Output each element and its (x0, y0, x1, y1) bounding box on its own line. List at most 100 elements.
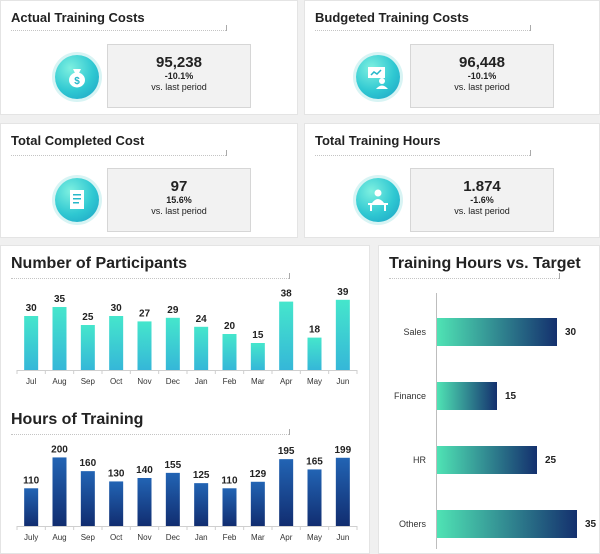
title-divider (389, 273, 560, 279)
kpi-title: Total Training Hours (315, 133, 441, 148)
participants-value-label: 24 (196, 314, 208, 325)
hours-value-label: 155 (164, 460, 181, 471)
target-bar (437, 318, 557, 346)
target-value-label: 30 (565, 327, 577, 338)
kpi-period: vs. last period (454, 206, 510, 216)
participants-category-label: Nov (137, 377, 151, 386)
target-value-label: 15 (505, 391, 517, 402)
kpi-value: 95,238 (156, 54, 202, 71)
target-category-label: Sales (403, 327, 426, 337)
kpi-value-box: 97 15.6% vs. last period (107, 168, 251, 232)
hours-value-label: 129 (249, 469, 266, 480)
hours-value-label: 160 (79, 458, 96, 469)
presentation-icon (356, 55, 400, 99)
hours-value-label: 110 (221, 475, 238, 486)
participants-bar (165, 317, 180, 370)
kpi-period: vs. last period (454, 82, 510, 92)
participants-value-label: 27 (139, 308, 151, 319)
target-chart-panel: Training Hours vs. Target Sales 30 Finance… (378, 245, 600, 554)
hours-value-label: 125 (193, 470, 210, 481)
hours-bar (279, 459, 294, 526)
participants-bar (222, 334, 237, 370)
kpi-card-total-completed-cost: Total Completed Cost 97 15.6% vs. last p… (0, 123, 298, 238)
hours-category-label: May (307, 533, 322, 542)
participants-value-label: 25 (82, 312, 94, 323)
participants-value-label: 38 (281, 289, 293, 300)
hours-value-label: 110 (23, 475, 40, 486)
hours-value-label: 140 (136, 465, 153, 476)
participants-value-label: 18 (309, 325, 321, 336)
participants-value-label: 15 (252, 330, 264, 341)
kpi-change: -10.1% (467, 71, 497, 81)
hours-bar (52, 457, 67, 526)
title-divider (11, 429, 290, 435)
title-divider (315, 150, 531, 156)
participants-bar (80, 325, 95, 370)
kpi-card-actual-training-costs: Actual Training Costs $ 95,238 -10.1% vs… (0, 0, 298, 115)
kpi-value: 97 (170, 178, 188, 195)
hours-category-label: Dec (166, 533, 180, 542)
kpi-value: 96,448 (459, 54, 505, 71)
participants-value-label: 35 (54, 294, 66, 305)
svg-text:$: $ (74, 76, 80, 87)
participants-value-label: 39 (337, 287, 349, 298)
participants-bar (137, 321, 152, 370)
participants-value-label: 30 (111, 303, 123, 314)
title-divider (11, 150, 227, 156)
hours-value-label: 200 (51, 444, 68, 455)
target-chart-title: Training Hours vs. Target (389, 255, 581, 272)
participants-bar (109, 316, 124, 370)
hours-category-label: July (24, 533, 38, 542)
title-divider (11, 25, 227, 31)
participants-category-label: Jun (336, 377, 349, 386)
hours-category-label: Feb (223, 533, 237, 542)
hours-value-label: 199 (334, 445, 351, 456)
hours-category-label: Sep (81, 533, 96, 542)
target-bar (437, 446, 537, 474)
hours-category-label: Mar (251, 533, 265, 542)
hours-bar (137, 478, 152, 526)
target-horizontal-bar-chart: Sales 30 Finance 15 HR 25 Others 35 (394, 293, 597, 549)
kpi-value-box: 1.874 -1.6% vs. last period (410, 168, 554, 232)
participants-category-label: Mar (251, 377, 265, 386)
hours-category-label: Jun (336, 533, 349, 542)
participants-category-label: Dec (166, 377, 180, 386)
trainee-desk-icon (356, 178, 400, 222)
money-bag-icon: $ (55, 55, 99, 99)
hours-value-label: 165 (306, 456, 323, 467)
kpi-title: Actual Training Costs (11, 10, 145, 25)
hours-bar (335, 457, 350, 526)
participants-value-label: 20 (224, 321, 236, 332)
participants-bar (24, 316, 39, 370)
participants-value-label: 29 (167, 305, 179, 316)
hours-category-label: Oct (110, 533, 123, 542)
participants-category-label: Oct (110, 377, 123, 386)
kpi-change: -1.6% (470, 195, 494, 205)
hours-category-label: Nov (137, 533, 151, 542)
hours-bar (80, 471, 95, 526)
participants-bar (307, 337, 322, 370)
hours-chart-title: Hours of Training (11, 411, 144, 428)
hours-category-label: Aug (52, 533, 66, 542)
document-icon (55, 178, 99, 222)
kpi-period: vs. last period (151, 82, 207, 92)
participants-bar-chart: 30 Jul 35 Aug 25 Sep 30 Oct 27 Nov 29 Dec 24 Jan 20 Feb… (16, 287, 358, 386)
hours-value-label: 195 (278, 446, 295, 457)
participants-bar (335, 299, 350, 370)
left-charts-panel: Number of Participants 30 Jul 35 Aug 25 Sep 30… (0, 245, 370, 554)
hours-category-label: Jan (195, 533, 208, 542)
kpi-title: Budgeted Training Costs (315, 10, 469, 25)
participants-bar (279, 301, 294, 370)
hours-bar (194, 483, 209, 526)
participants-category-label: May (307, 377, 322, 386)
hours-bar (222, 488, 237, 526)
participants-category-label: Aug (52, 377, 66, 386)
hours-category-label: Apr (280, 533, 293, 542)
kpi-change: 15.6% (166, 195, 192, 205)
kpi-value-box: 96,448 -10.1% vs. last period (410, 44, 554, 108)
hours-bar (165, 472, 180, 526)
participants-chart-title: Number of Participants (11, 255, 188, 272)
target-value-label: 35 (585, 519, 597, 530)
participants-category-label: Apr (280, 377, 293, 386)
target-bar (437, 382, 497, 410)
